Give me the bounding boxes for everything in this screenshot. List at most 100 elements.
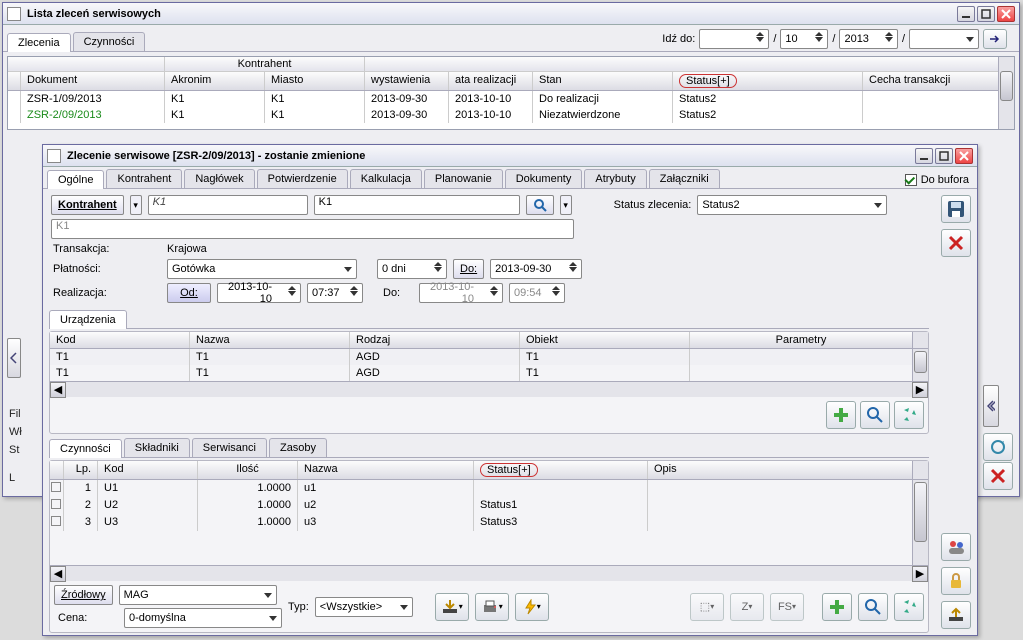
- col-miasto[interactable]: Miasto: [265, 72, 365, 90]
- goto-year[interactable]: 2013: [839, 29, 897, 49]
- tab-planowanie[interactable]: Planowanie: [424, 169, 503, 188]
- do2-time-input[interactable]: 09:54: [509, 283, 565, 303]
- cancel-button[interactable]: [941, 229, 971, 257]
- czyn-col-kod[interactable]: Kod: [98, 461, 198, 479]
- col-realizacji[interactable]: ata realizacji: [449, 72, 533, 90]
- tab-zasoby[interactable]: Zasoby: [269, 438, 327, 457]
- tab-zlecenia[interactable]: Zlecenia: [7, 33, 71, 52]
- users-button[interactable]: [941, 533, 971, 561]
- urz-search-button[interactable]: [860, 401, 890, 429]
- btn-group-3[interactable]: FS▾: [770, 593, 804, 621]
- czyn-search-button[interactable]: [858, 593, 888, 621]
- do-date-button[interactable]: Do:: [453, 259, 484, 279]
- tab-kontrahent[interactable]: Kontrahent: [106, 169, 182, 188]
- kontrahent-menu-icon[interactable]: ▾: [130, 195, 142, 215]
- tab-skladniki[interactable]: Składniki: [124, 438, 190, 457]
- urz-col-nazwa[interactable]: Nazwa: [190, 332, 350, 348]
- col-cecha[interactable]: Cecha transakcji: [863, 72, 1014, 90]
- czyn-hscroll[interactable]: ◀ ▶: [50, 565, 928, 581]
- col-status[interactable]: Status[+]: [673, 72, 863, 90]
- tab-atrybuty[interactable]: Atrybuty: [584, 169, 646, 188]
- maximize-button[interactable]: [977, 6, 995, 22]
- czyn-col-opis[interactable]: Opis: [648, 461, 912, 479]
- col-wystawienia[interactable]: wystawienia: [365, 72, 449, 90]
- left-arrow-icon[interactable]: ◀: [50, 382, 66, 398]
- tab-serwisanci[interactable]: Serwisanci: [192, 438, 267, 457]
- tab-potwierdzenie[interactable]: Potwierdzenie: [257, 169, 348, 188]
- right-arrow-icon[interactable]: ▶: [912, 382, 928, 398]
- tab-naglowek[interactable]: Nagłówek: [184, 169, 254, 188]
- do2-date-input[interactable]: 2013-10-10: [419, 283, 503, 303]
- do-date-input[interactable]: 2013-09-30: [490, 259, 582, 279]
- zrodlowy-button[interactable]: Źródłowy: [54, 585, 113, 605]
- kontrahent-search-menu[interactable]: ▾: [560, 195, 572, 215]
- od-date-input[interactable]: 2013-10-10: [217, 283, 301, 303]
- kontrahent-line2[interactable]: K1: [51, 219, 574, 239]
- outer-refresh-button[interactable]: [983, 433, 1013, 461]
- outer-collapse-left[interactable]: [7, 338, 21, 378]
- btn-import[interactable]: ▾: [435, 593, 469, 621]
- goto-filter[interactable]: [909, 29, 979, 49]
- orders-vscroll[interactable]: [998, 57, 1014, 129]
- urz-col-parametry[interactable]: Parametry: [690, 332, 912, 348]
- table-row[interactable]: T1T1AGDT1: [50, 349, 928, 365]
- table-row[interactable]: 2U21.0000u2Status1: [50, 497, 928, 514]
- czyn-vscroll[interactable]: [912, 480, 928, 565]
- right-arrow-icon[interactable]: ▶: [912, 566, 928, 582]
- do-bufora-checkbox[interactable]: Do bufora: [905, 174, 969, 186]
- lock-button[interactable]: [941, 567, 971, 595]
- od-date-button[interactable]: Od:: [167, 283, 211, 303]
- inner-close-button[interactable]: [955, 148, 973, 164]
- kontrahent-search-button[interactable]: [526, 195, 554, 215]
- urz-col-kod[interactable]: Kod: [50, 332, 190, 348]
- table-row[interactable]: T1T1AGDT1: [50, 365, 928, 381]
- czyn-col-status[interactable]: Status[+]: [474, 461, 648, 479]
- inner-titlebar[interactable]: Zlecenie serwisowe [ZSR-2/09/2013] - zos…: [43, 145, 977, 167]
- tab-kalkulacja[interactable]: Kalkulacja: [350, 169, 422, 188]
- left-arrow-icon[interactable]: ◀: [50, 566, 66, 582]
- outer-delete-button[interactable]: [983, 462, 1013, 490]
- btn-group-1[interactable]: ⬚▾: [690, 593, 724, 621]
- czyn-recycle-button[interactable]: [894, 593, 924, 621]
- od-time-input[interactable]: 07:37: [307, 283, 363, 303]
- tab-czynnosci[interactable]: Czynności: [73, 32, 146, 51]
- table-row[interactable]: 3U31.0000u3Status3: [50, 514, 928, 531]
- btn-group-2[interactable]: Z▾: [730, 593, 764, 621]
- outer-titlebar[interactable]: Lista zleceń serwisowych: [3, 3, 1019, 25]
- table-row[interactable]: 1U11.0000u1: [50, 480, 928, 497]
- urz-recycle-button[interactable]: [894, 401, 924, 429]
- cena-select[interactable]: 0-domyślna: [124, 608, 282, 628]
- btn-flash[interactable]: ▾: [515, 593, 549, 621]
- kontrahent-input-2[interactable]: K1: [314, 195, 520, 215]
- table-row[interactable]: ZSR-2/09/2013K1K12013-09-302013-10-10Nie…: [8, 107, 1014, 123]
- close-button[interactable]: [997, 6, 1015, 22]
- tab-ogolne[interactable]: Ogólne: [47, 170, 104, 189]
- platnosci-select[interactable]: Gotówka: [167, 259, 357, 279]
- tab-zalaczniki[interactable]: Załączniki: [649, 169, 720, 188]
- czyn-col-nazwa[interactable]: Nazwa: [298, 461, 474, 479]
- mag-select[interactable]: MAG: [119, 585, 277, 605]
- kontrahent-button[interactable]: Kontrahent: [51, 195, 124, 215]
- urz-col-rodzaj[interactable]: Rodzaj: [350, 332, 520, 348]
- czyn-col-ilosc[interactable]: Ilość: [198, 461, 298, 479]
- table-row[interactable]: ZSR-1/09/2013K1K12013-09-302013-10-10Do …: [8, 91, 1014, 107]
- urz-hscroll[interactable]: ◀ ▶: [50, 381, 928, 397]
- goto-field-1[interactable]: [699, 29, 769, 49]
- btn-print[interactable]: ▾: [475, 593, 509, 621]
- col-dokument[interactable]: Dokument: [21, 72, 165, 90]
- urz-vscroll[interactable]: [912, 349, 928, 381]
- dni-spinner[interactable]: 0 dni: [377, 259, 447, 279]
- goto-page[interactable]: 10: [780, 29, 828, 49]
- collapse-right-button[interactable]: [983, 385, 999, 427]
- export-out-button[interactable]: [941, 601, 971, 629]
- kontrahent-input-1[interactable]: K1: [148, 195, 308, 215]
- col-stan[interactable]: Stan: [533, 72, 673, 90]
- czyn-col-lp[interactable]: Lp.: [64, 461, 98, 479]
- tab-czynnosci-lower[interactable]: Czynności: [49, 439, 122, 458]
- czyn-add-button[interactable]: [822, 593, 852, 621]
- status-zlecenia-select[interactable]: Status2: [697, 195, 887, 215]
- urz-col-obiekt[interactable]: Obiekt: [520, 332, 690, 348]
- urz-add-button[interactable]: [826, 401, 856, 429]
- tab-dokumenty[interactable]: Dokumenty: [505, 169, 583, 188]
- inner-minimize-button[interactable]: [915, 148, 933, 164]
